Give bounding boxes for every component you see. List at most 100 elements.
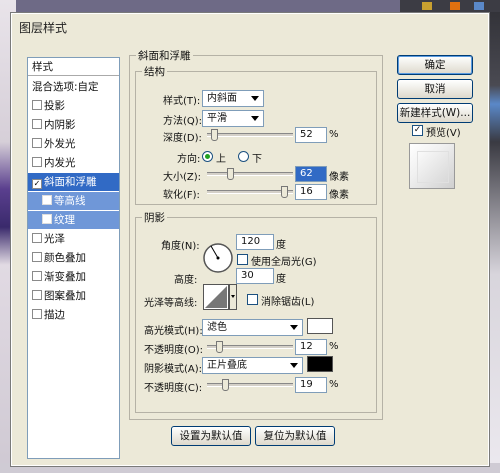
style-item-label: 外发光	[44, 138, 76, 150]
style-item[interactable]: 颜色叠加	[28, 249, 119, 267]
shadow-opacity-input[interactable]: 19	[295, 377, 327, 393]
ok-button[interactable]: 确定	[397, 55, 473, 75]
style-item-checkbox[interactable]	[32, 119, 42, 129]
style-label: 样式(T):	[163, 96, 201, 107]
style-item-label: 内阴影	[44, 119, 76, 131]
altitude-label: 高度:	[174, 275, 198, 286]
shadow-opacity-slider-thumb[interactable]	[222, 379, 229, 391]
style-item[interactable]: 纹理	[28, 211, 119, 229]
shadow-opacity-unit: %	[329, 379, 339, 390]
angle-dial[interactable]	[202, 242, 234, 274]
global-light-checkbox[interactable]	[237, 254, 248, 265]
style-item-checkbox[interactable]	[32, 290, 42, 300]
soften-input[interactable]: 16	[295, 184, 327, 200]
highlight-opacity-unit: %	[329, 341, 339, 352]
style-item-checkbox[interactable]	[42, 195, 52, 205]
antialias-checkbox[interactable]	[247, 294, 258, 305]
preview-label: 预览(V)	[426, 128, 461, 139]
style-item-label: 内发光	[44, 157, 76, 169]
style-item-checkbox[interactable]	[32, 271, 42, 281]
size-label: 大小(Z):	[163, 172, 202, 183]
styles-list-header: 样式	[28, 58, 119, 76]
size-slider[interactable]	[207, 168, 293, 180]
soften-slider-thumb[interactable]	[281, 186, 289, 198]
global-light-label: 使用全局光(G)	[251, 257, 317, 268]
shadow-opacity-label: 不透明度(C):	[144, 383, 203, 394]
highlight-opacity-slider-thumb[interactable]	[216, 341, 224, 353]
styles-list: 样式 混合选项:自定 投影 内阴影 外发光 内发光 ✓ 斜面和浮雕 等高线 纹理 光泽 颜色叠加 渐变叠…	[27, 57, 120, 459]
style-item-label: 混合选项:自定	[32, 81, 99, 93]
style-item-checkbox[interactable]	[42, 214, 52, 224]
style-item-label: 斜面和浮雕	[44, 176, 97, 188]
style-item-checkbox[interactable]	[32, 252, 42, 262]
reset-default-button[interactable]: 复位为默认值	[255, 426, 335, 446]
style-item[interactable]: ✓ 斜面和浮雕	[28, 173, 119, 191]
make-default-button[interactable]: 设置为默认值	[171, 426, 251, 446]
technique-label: 方法(Q):	[163, 116, 203, 127]
style-item[interactable]: 外发光	[28, 135, 119, 153]
highlight-mode-dropdown[interactable]: 滤色	[202, 319, 303, 336]
cancel-button[interactable]: 取消	[397, 79, 473, 99]
soften-label: 软化(F):	[163, 190, 200, 201]
style-item-label: 描边	[44, 309, 65, 321]
depth-input[interactable]: 52	[295, 127, 327, 143]
style-item-checkbox[interactable]	[32, 138, 42, 148]
depth-slider-thumb[interactable]	[211, 129, 219, 141]
style-item[interactable]: 描边	[28, 306, 119, 324]
style-item-label: 纹理	[54, 214, 75, 226]
style-item[interactable]: 图案叠加	[28, 287, 119, 305]
highlight-opacity-input[interactable]: 12	[295, 339, 327, 355]
style-item-label: 光泽	[44, 233, 65, 245]
toolbar-swatch-icon	[450, 2, 460, 10]
style-item-checkbox[interactable]	[32, 233, 42, 243]
soften-slider[interactable]	[207, 186, 293, 198]
direction-label: 方向:	[177, 154, 201, 165]
toolbar-swatch-icon	[474, 2, 484, 10]
layer-style-dialog: 图层样式 样式 混合选项:自定 投影 内阴影 外发光 内发光 ✓ 斜面和浮雕 等高线 纹理 光泽 颜色…	[10, 12, 490, 467]
style-item[interactable]: 等高线	[28, 192, 119, 210]
size-unit: 像素	[329, 172, 349, 183]
technique-dropdown[interactable]: 平滑	[202, 110, 264, 127]
style-item[interactable]: 内阴影	[28, 116, 119, 134]
style-item-checkbox[interactable]	[32, 309, 42, 319]
style-preview-thumbnail	[409, 143, 455, 189]
shadow-mode-label: 阴影模式(A):	[144, 364, 203, 375]
highlight-color-swatch[interactable]	[307, 318, 333, 334]
size-slider-thumb[interactable]	[226, 168, 234, 180]
direction-up-radio[interactable]	[202, 151, 213, 162]
style-item-label: 图案叠加	[44, 290, 86, 302]
altitude-unit: 度	[276, 274, 286, 285]
style-item-label: 投影	[44, 100, 65, 112]
style-item-label: 渐变叠加	[44, 271, 86, 283]
new-style-button[interactable]: 新建样式(W)...	[397, 103, 473, 123]
style-item[interactable]: 内发光	[28, 154, 119, 172]
altitude-input[interactable]: 30	[236, 268, 274, 284]
bevel-section-title: 斜面和浮雕	[136, 48, 193, 63]
style-item[interactable]: 渐变叠加	[28, 268, 119, 286]
soften-unit: 像素	[329, 190, 349, 201]
depth-slider[interactable]	[207, 129, 293, 141]
angle-input[interactable]: 120	[236, 234, 274, 250]
style-item[interactable]: 投影	[28, 97, 119, 115]
structure-title: 结构	[142, 64, 167, 79]
highlight-opacity-slider[interactable]	[207, 341, 293, 353]
style-item-checkbox[interactable]: ✓	[32, 179, 42, 189]
shadow-mode-dropdown[interactable]: 正片叠底	[202, 357, 303, 374]
background-toolbar-strip	[400, 0, 500, 12]
highlight-opacity-label: 不透明度(O):	[144, 345, 204, 356]
size-input[interactable]: 62	[295, 166, 327, 182]
style-item-checkbox[interactable]	[32, 100, 42, 110]
style-item-checkbox[interactable]	[32, 157, 42, 167]
preview-checkbox[interactable]: ✓	[412, 125, 423, 136]
style-item[interactable]: 光泽	[28, 230, 119, 248]
shadow-color-swatch[interactable]	[307, 356, 333, 372]
gloss-contour-picker[interactable]	[203, 284, 237, 310]
shadow-opacity-slider[interactable]	[207, 379, 293, 391]
angle-unit: 度	[276, 240, 286, 251]
depth-label: 深度(D):	[163, 133, 202, 144]
direction-down-radio[interactable]	[238, 151, 249, 162]
style-item[interactable]: 混合选项:自定	[28, 78, 119, 96]
style-dropdown[interactable]: 内斜面	[202, 90, 264, 107]
style-item-label: 颜色叠加	[44, 252, 86, 264]
angle-label: 角度(N):	[161, 241, 200, 252]
